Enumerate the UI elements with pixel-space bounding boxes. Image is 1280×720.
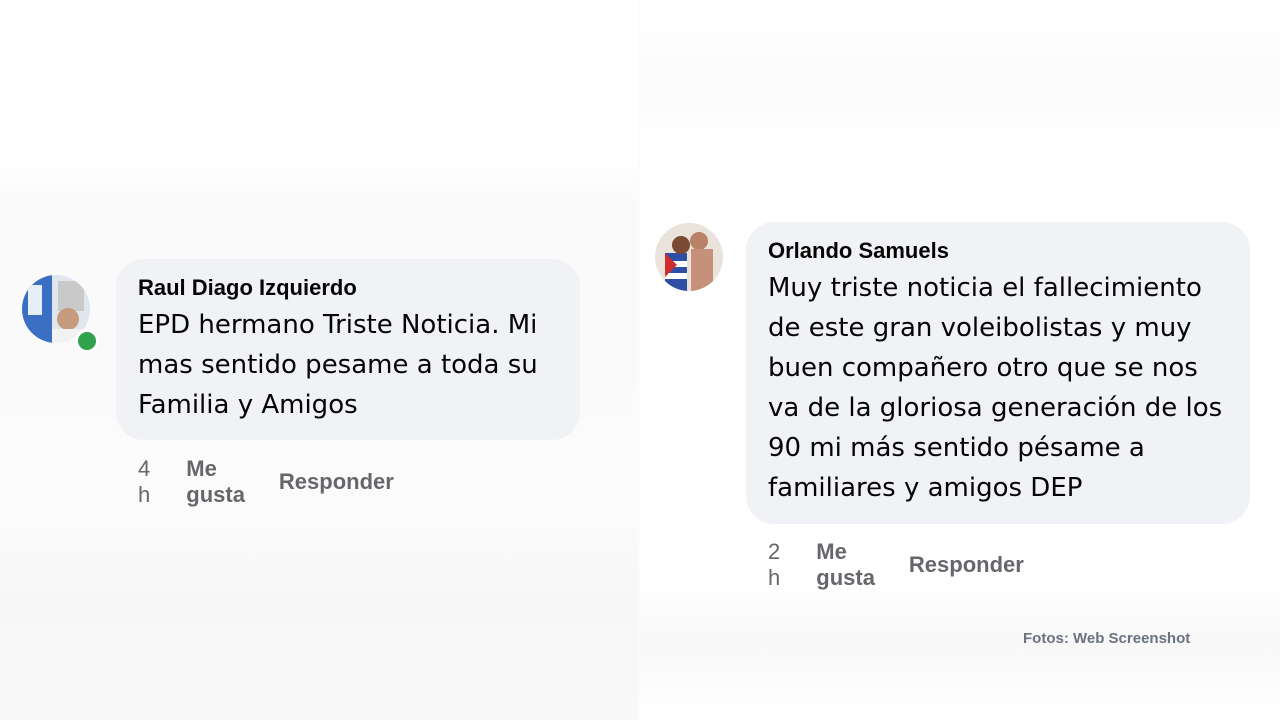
right-screenshot-panel: Orlando Samuels Muy triste noticia el fa…: [640, 0, 1280, 720]
comment-text: EPD hermano Triste Noticia. Mi mas senti…: [138, 310, 538, 420]
profile-photo-icon: [655, 223, 723, 291]
like-button[interactable]: Me gusta: [186, 456, 245, 508]
reply-button[interactable]: Responder: [279, 469, 394, 495]
like-button[interactable]: Me gusta: [816, 539, 875, 591]
comment-author[interactable]: Raul Diago Izquierdo: [138, 273, 558, 303]
online-status-dot: [75, 329, 99, 353]
photo-credit: Fotos: Web Screenshot: [1023, 630, 1191, 647]
comment-bubble: Raul Diago Izquierdo EPD hermano Triste …: [116, 259, 580, 440]
comment-bubble: Orlando Samuels Muy triste noticia el fa…: [746, 222, 1250, 524]
comment-actions: 4 h Me gusta Responder: [138, 456, 428, 508]
reply-button[interactable]: Responder: [909, 552, 1024, 578]
comment-timestamp[interactable]: 4 h: [138, 456, 150, 508]
avatar[interactable]: [655, 223, 723, 291]
comment-actions: 2 h Me gusta Responder: [768, 539, 1058, 591]
left-screenshot-panel: Raul Diago Izquierdo EPD hermano Triste …: [0, 0, 640, 720]
comment-text: Muy triste noticia el fallecimiento de e…: [768, 273, 1223, 503]
screenshot-collage: Raul Diago Izquierdo EPD hermano Triste …: [0, 0, 1280, 720]
comment-author[interactable]: Orlando Samuels: [768, 236, 1228, 266]
comment-timestamp[interactable]: 2 h: [768, 539, 780, 591]
